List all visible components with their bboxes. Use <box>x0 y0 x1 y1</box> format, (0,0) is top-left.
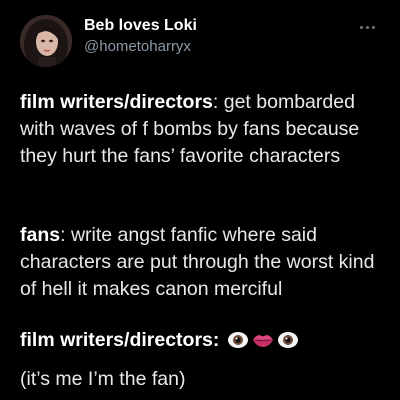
avatar-photo <box>20 15 72 67</box>
paragraph-text: : write angst fanfic where said characte… <box>20 224 375 300</box>
paragraph-label: film writers/directors <box>20 329 213 351</box>
dot <box>366 26 369 29</box>
lips-emoji-icon <box>251 331 275 349</box>
paragraph-label: film writers/directors <box>20 91 213 113</box>
paragraph-colon: : <box>212 329 220 351</box>
dot <box>372 26 375 29</box>
tweet-paragraph-1: film writers/directors: get bombarded wi… <box>20 89 382 170</box>
eye-emoji-icon <box>277 331 299 349</box>
tweet-paragraph-3: film writers/directors: <box>20 327 382 354</box>
display-name[interactable]: Beb loves Loki <box>84 17 197 35</box>
user-handle[interactable]: @hometoharryx <box>84 38 191 55</box>
more-options-icon[interactable] <box>360 24 378 30</box>
paragraph-text: (it’s me I’m the fan) <box>20 368 186 390</box>
dot <box>360 26 363 29</box>
tweet-paragraph-4: (it’s me I’m the fan) <box>20 366 382 393</box>
tweet-paragraph-2: fans: write angst fanfic where said char… <box>20 222 382 303</box>
paragraph-label: fans <box>20 224 61 246</box>
eye-emoji-icon <box>227 331 249 349</box>
tweet-card: Beb loves Loki @hometoharryx film writer… <box>0 0 400 400</box>
avatar[interactable] <box>20 15 72 67</box>
